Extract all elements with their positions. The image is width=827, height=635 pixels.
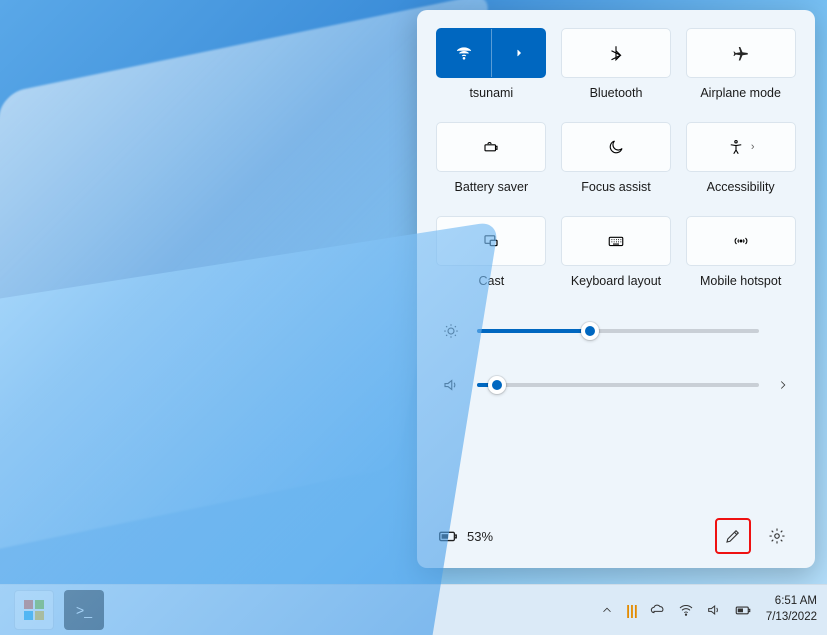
system-tray: ||| 6:51 AM 7/13/2022 (600, 594, 817, 625)
keyboard-icon (607, 232, 625, 250)
tile-wifi[interactable] (436, 28, 546, 78)
tile-wifi-label: tsunami (469, 86, 513, 100)
chevron-right-icon (513, 47, 525, 59)
moon-icon (607, 138, 625, 156)
quick-tiles-grid: tsunami Bluetooth Airplane mode (435, 28, 797, 288)
tile-accessibility[interactable]: › (686, 122, 796, 172)
clock-time: 6:51 AM (766, 594, 817, 610)
gear-icon (768, 527, 786, 545)
brightness-slider-row (441, 322, 791, 340)
tile-mobile-hotspot[interactable] (686, 216, 796, 266)
brightness-icon (441, 322, 461, 340)
desktop-wallpaper: tsunami Bluetooth Airplane mode (0, 0, 827, 635)
battery-status[interactable]: 53% (437, 525, 493, 547)
tile-focus-assist-label: Focus assist (581, 180, 650, 194)
chevron-right-icon: › (751, 141, 755, 153)
tile-keyboard-layout[interactable] (561, 216, 671, 266)
terminal-app-button[interactable]: >_ (64, 590, 104, 630)
tile-bluetooth[interactable] (561, 28, 671, 78)
tile-airplane[interactable] (686, 28, 796, 78)
quick-settings-panel: tsunami Bluetooth Airplane mode (417, 10, 815, 568)
panel-footer: 53% (435, 512, 797, 554)
battery-icon (437, 525, 459, 547)
tile-bluetooth-label: Bluetooth (590, 86, 643, 100)
taskbar-pinned: >_ (14, 590, 104, 630)
volume-output-chevron[interactable] (775, 378, 791, 392)
accessibility-icon (727, 138, 745, 156)
tile-cast-label: Cast (478, 274, 504, 288)
start-button[interactable] (14, 590, 54, 630)
tile-keyboard-layout-wrap: Keyboard layout (560, 216, 673, 288)
tile-airplane-label: Airplane mode (700, 86, 781, 100)
tray-volume-icon[interactable] (706, 602, 722, 618)
tray-overflow-chevron[interactable] (600, 603, 614, 617)
tray-battery-icon[interactable] (734, 601, 752, 619)
tile-accessibility-wrap: › Accessibility (684, 122, 797, 194)
onedrive-icon[interactable] (650, 602, 666, 618)
volume-icon[interactable] (441, 376, 461, 394)
tile-cast[interactable] (436, 216, 546, 266)
volume-slider[interactable] (477, 383, 759, 387)
wifi-expand-half[interactable] (491, 29, 546, 77)
volume-slider-row (441, 376, 791, 394)
tray-wifi-icon[interactable] (678, 602, 694, 618)
tile-mobile-hotspot-wrap: Mobile hotspot (684, 216, 797, 288)
tray-app-icon[interactable]: ||| (626, 602, 638, 618)
footer-actions (715, 518, 795, 554)
hotspot-icon (732, 232, 750, 250)
tile-wifi-wrap: tsunami (435, 28, 548, 100)
tile-battery-saver[interactable] (436, 122, 546, 172)
bluetooth-icon (607, 44, 625, 62)
edit-quick-settings-button[interactable] (715, 518, 751, 554)
tile-battery-saver-wrap: Battery saver (435, 122, 548, 194)
wifi-icon (455, 44, 473, 62)
tile-airplane-wrap: Airplane mode (684, 28, 797, 100)
taskbar: >_ ||| 6:51 AM 7/13/2022 (0, 584, 827, 635)
terminal-icon: >_ (76, 602, 92, 618)
wifi-toggle-half[interactable] (437, 29, 491, 77)
clock-date: 7/13/2022 (766, 610, 817, 626)
windows-logo-icon (24, 600, 44, 620)
settings-button[interactable] (759, 518, 795, 554)
tile-mobile-hotspot-label: Mobile hotspot (700, 274, 781, 288)
tile-keyboard-layout-label: Keyboard layout (571, 274, 661, 288)
airplane-icon (732, 44, 750, 62)
battery-percent-label: 53% (467, 529, 493, 544)
taskbar-clock[interactable]: 6:51 AM 7/13/2022 (766, 594, 817, 625)
cast-icon (482, 232, 500, 250)
battery-saver-icon (482, 138, 500, 156)
tile-bluetooth-wrap: Bluetooth (560, 28, 673, 100)
tile-focus-assist[interactable] (561, 122, 671, 172)
pencil-icon (724, 527, 742, 545)
tile-accessibility-label: Accessibility (707, 180, 775, 194)
tile-battery-saver-label: Battery saver (455, 180, 529, 194)
tile-cast-wrap: Cast (435, 216, 548, 288)
tile-focus-assist-wrap: Focus assist (560, 122, 673, 194)
brightness-slider[interactable] (477, 329, 759, 333)
tray-icons: ||| (600, 601, 752, 619)
sliders-section (435, 322, 797, 394)
